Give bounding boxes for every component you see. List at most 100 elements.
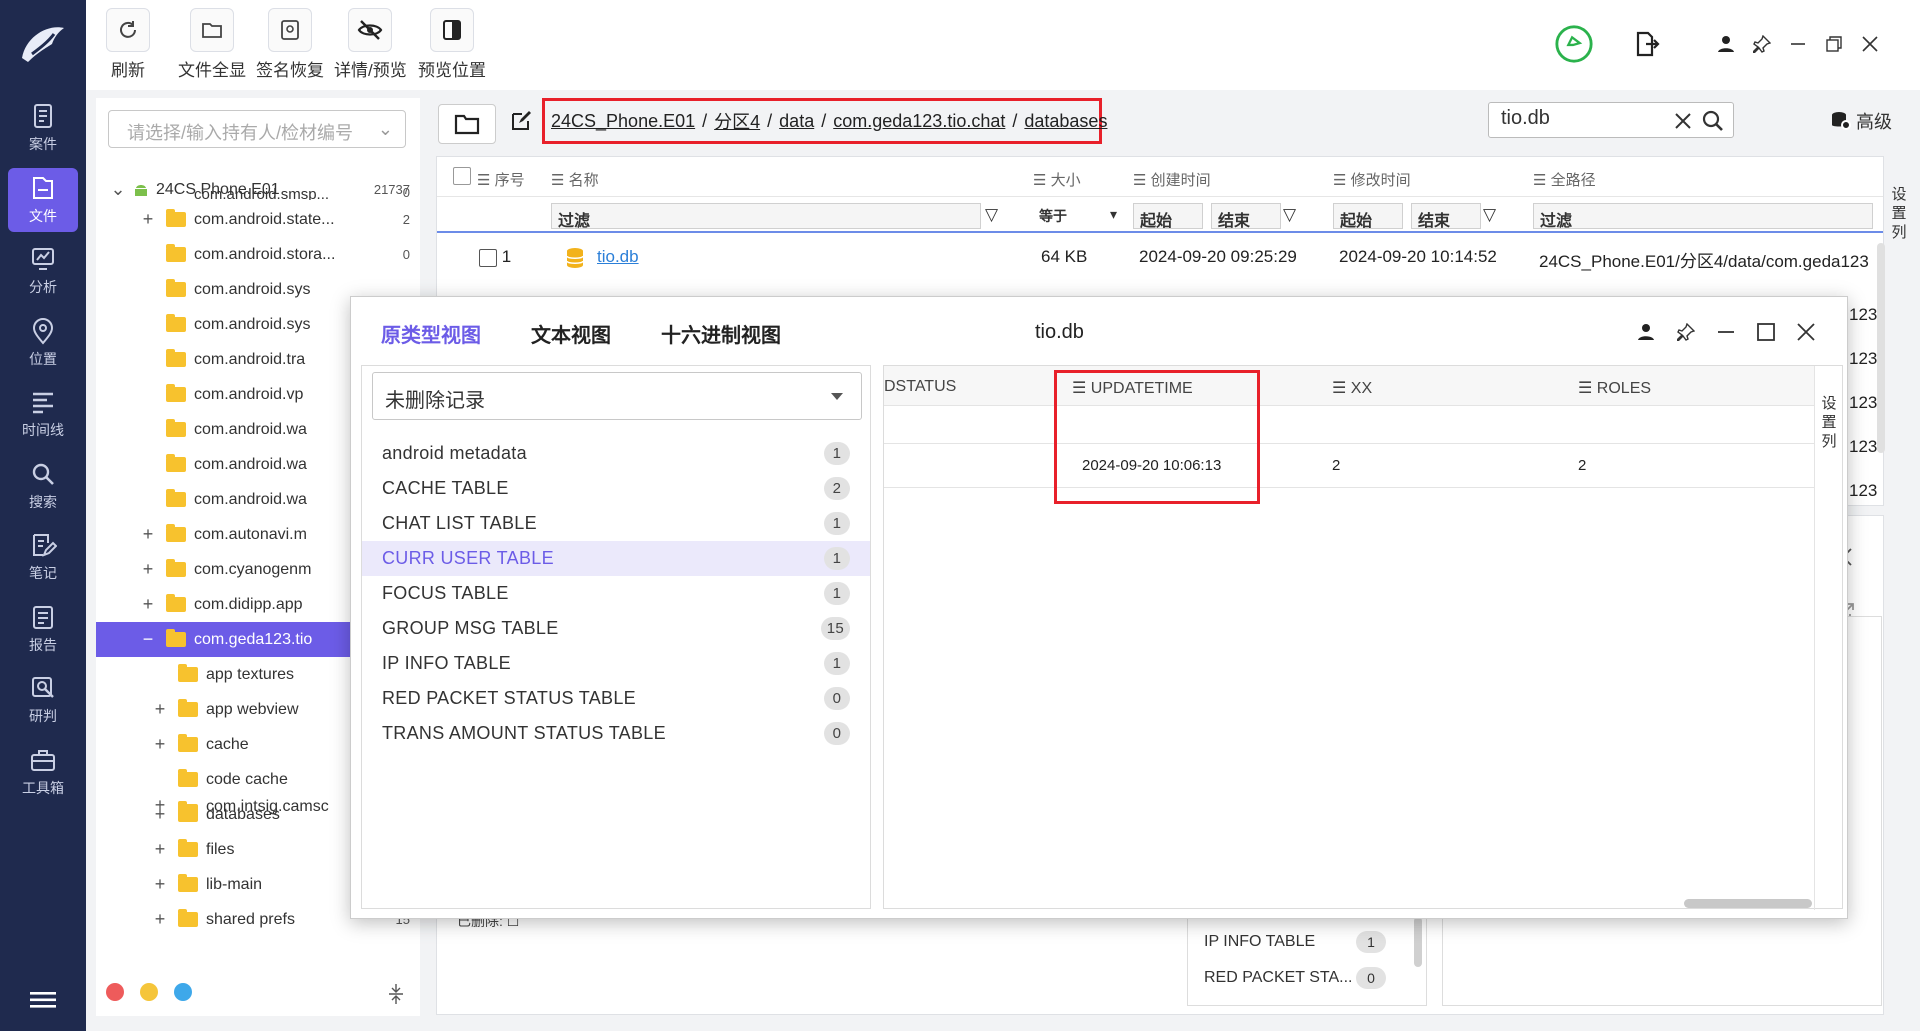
nav-item-timeline[interactable]: 时间线	[8, 382, 78, 446]
expand-icon[interactable]: −	[140, 629, 156, 650]
path-filter-input[interactable]: 过滤	[1533, 203, 1873, 230]
table-list-item[interactable]: TRANS AMOUNT STATUS TABLE 0	[362, 716, 870, 751]
table-list-item[interactable]: android metadata 1	[362, 436, 870, 471]
user-button[interactable]	[1706, 24, 1746, 64]
col-created[interactable]: ☰ 创建时间	[1133, 169, 1211, 190]
status-badge[interactable]	[1554, 24, 1594, 64]
col-size[interactable]: ☰ 大小	[1033, 169, 1081, 190]
tree-item[interactable]: + com.android.state... 2	[96, 202, 420, 237]
minimize-button[interactable]	[1778, 24, 1818, 64]
set-columns-button[interactable]: 设置列	[1887, 185, 1911, 242]
export-button[interactable]	[1626, 24, 1666, 64]
table-list-item[interactable]: IP INFO TABLE 1	[362, 646, 870, 681]
breadcrumb-item[interactable]: data	[779, 111, 814, 132]
table-list-item[interactable]: GROUP MSG TABLE 15	[362, 611, 870, 646]
close-button[interactable]	[1850, 24, 1890, 64]
modified-end-input[interactable]: 结束	[1411, 203, 1481, 230]
created-end-input[interactable]: 结束	[1211, 203, 1281, 230]
set-columns-button[interactable]: 设置列	[1817, 394, 1841, 451]
search-icon[interactable]	[1701, 109, 1725, 133]
breadcrumb-item[interactable]: databases	[1024, 111, 1107, 132]
expand-icon[interactable]: +	[140, 559, 156, 580]
clear-icon[interactable]	[1673, 111, 1693, 131]
search-input[interactable]: tio.db	[1488, 102, 1734, 138]
maximize-button[interactable]	[1753, 319, 1779, 345]
tab-raw-view[interactable]: 原类型视图	[381, 319, 481, 348]
table-row[interactable]: 1 tio.db 64 KB 2024-09-20 09:25:29 2024-…	[437, 243, 1883, 279]
table-list-item[interactable]: FOCUS TABLE 1	[362, 576, 870, 611]
table-list-item[interactable]: RED PACKET STATUS TABLE 0	[362, 681, 870, 716]
col-modified[interactable]: ☰ 修改时间	[1333, 169, 1411, 190]
nav-item-judge[interactable]: 研判	[8, 668, 78, 732]
filter-icon[interactable]: ▽	[1483, 205, 1496, 225]
minimize-button[interactable]	[1713, 319, 1739, 345]
horizontal-scrollbar[interactable]	[1684, 899, 1812, 908]
col-name[interactable]: ☰ 名称	[551, 169, 599, 190]
user-button[interactable]	[1633, 319, 1659, 345]
collapse-all-icon[interactable]	[388, 982, 404, 1006]
refresh-button[interactable]: 刷新	[106, 8, 150, 81]
select-all-checkbox[interactable]	[453, 167, 471, 185]
restore-button[interactable]	[1814, 24, 1854, 64]
col-roles[interactable]: ☰ ROLES	[1578, 378, 1651, 398]
expand-icon[interactable]: +	[140, 209, 156, 230]
name-filter-input[interactable]: 过滤	[551, 203, 981, 230]
nav-item-location[interactable]: 位置	[8, 311, 78, 375]
breadcrumb-item[interactable]: com.geda123.tio.chat	[833, 111, 1005, 132]
tab-text-view[interactable]: 文本视图	[531, 319, 611, 348]
sign-restore-button[interactable]: 签名恢复	[256, 8, 324, 81]
nav-item-toolbox[interactable]: 工具箱	[8, 740, 78, 804]
list-item[interactable]: RED PACKET STA...	[1204, 969, 1352, 987]
pin-button[interactable]	[1673, 319, 1699, 345]
browse-folder-button[interactable]	[438, 104, 496, 144]
list-item[interactable]: IP INFO TABLE	[1204, 933, 1315, 951]
expand-icon[interactable]: +	[152, 734, 168, 755]
expand-icon[interactable]: +	[152, 839, 168, 860]
nav-item-file[interactable]: 文件	[8, 167, 78, 232]
col-xx[interactable]: ☰ XX	[1332, 378, 1372, 398]
tree-row-partial-top[interactable]: com.android.smsp... 0	[96, 188, 420, 200]
nav-item-case[interactable]: 案件	[8, 96, 78, 160]
close-button[interactable]	[1793, 319, 1819, 345]
col-path[interactable]: ☰ 全路径	[1533, 169, 1596, 190]
nav-item-search[interactable]: 搜索	[8, 454, 78, 518]
nav-item-note[interactable]: 笔记	[8, 525, 78, 589]
table-row[interactable]: 2024-09-20 10:06:13 2 2	[884, 444, 1814, 488]
holder-select[interactable]: 请选择/输入持有人/检材编号 ⌄	[108, 110, 406, 148]
size-operator-select[interactable]: 等于 ▾	[1033, 203, 1123, 229]
breadcrumb-item[interactable]: 24CS_Phone.E01	[551, 111, 695, 132]
yellow-dot[interactable]	[140, 983, 158, 1001]
advanced-search-button[interactable]: 高级	[1830, 108, 1892, 134]
blue-dot[interactable]	[174, 983, 192, 1001]
file-name-link[interactable]: tio.db	[597, 247, 639, 267]
table-list-item[interactable]: CACHE TABLE 2	[362, 471, 870, 506]
edit-path-icon[interactable]	[510, 110, 532, 132]
expand-icon[interactable]: +	[152, 874, 168, 895]
preview-position-button[interactable]: 预览位置	[418, 8, 486, 81]
list-scrollbar[interactable]	[1414, 917, 1422, 967]
modified-start-input[interactable]: 起始	[1333, 203, 1403, 230]
record-filter-select[interactable]: 未删除记录	[372, 372, 862, 420]
hamburger-menu-icon[interactable]	[30, 990, 56, 1010]
file-overview-button[interactable]: 文件全显	[178, 8, 246, 81]
expand-icon[interactable]: +	[140, 524, 156, 545]
filter-icon[interactable]: ▽	[985, 205, 998, 225]
table-list-item[interactable]: CURR USER TABLE 1	[362, 541, 870, 576]
table-list-item[interactable]: CHAT LIST TABLE 1	[362, 506, 870, 541]
red-dot[interactable]	[106, 983, 124, 1001]
expand-icon[interactable]: +	[152, 699, 168, 720]
col-index[interactable]: ☰ 序号	[477, 169, 525, 190]
expand-icon[interactable]: +	[140, 594, 156, 615]
created-start-input[interactable]: 起始	[1133, 203, 1203, 230]
grid-scrollbar[interactable]	[1877, 243, 1885, 453]
tab-hex-view[interactable]: 十六进制视图	[661, 319, 781, 348]
col-dstatus[interactable]: DSTATUS	[884, 378, 956, 396]
row-checkbox[interactable]	[479, 248, 497, 267]
breadcrumb-item[interactable]: 分区4	[714, 108, 760, 134]
expand-icon[interactable]: +	[152, 909, 168, 930]
nav-item-analysis[interactable]: 分析	[8, 239, 78, 303]
nav-item-report[interactable]: 报告	[8, 597, 78, 661]
detail-preview-button[interactable]: 详情/预览	[334, 8, 407, 81]
tree-item[interactable]: com.android.stora... 0	[96, 237, 420, 272]
pin-button[interactable]	[1742, 24, 1782, 64]
